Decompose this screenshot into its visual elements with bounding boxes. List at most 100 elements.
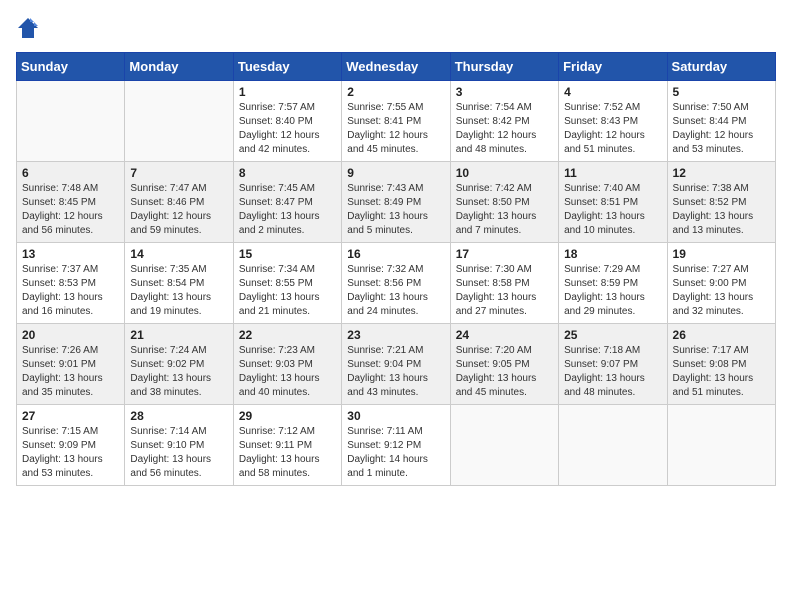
calendar-cell <box>559 405 667 486</box>
calendar-cell: 19 Sunrise: 7:27 AM Sunset: 9:00 PM Dayli… <box>667 243 775 324</box>
calendar-cell: 17 Sunrise: 7:30 AM Sunset: 8:58 PM Dayli… <box>450 243 558 324</box>
day-number: 9 <box>347 166 444 180</box>
day-info: Sunrise: 7:32 AM Sunset: 8:56 PM Dayligh… <box>347 263 444 319</box>
day-info: Sunrise: 7:38 AM Sunset: 8:52 PM Dayligh… <box>673 182 770 238</box>
calendar-cell: 23 Sunrise: 7:21 AM Sunset: 9:04 PM Dayli… <box>342 324 450 405</box>
day-number: 17 <box>456 247 553 261</box>
day-info: Sunrise: 7:15 AM Sunset: 9:09 PM Dayligh… <box>22 425 119 481</box>
day-number: 3 <box>456 85 553 99</box>
day-number: 14 <box>130 247 227 261</box>
day-info: Sunrise: 7:52 AM Sunset: 8:43 PM Dayligh… <box>564 101 661 157</box>
day-number: 10 <box>456 166 553 180</box>
day-info: Sunrise: 7:18 AM Sunset: 9:07 PM Dayligh… <box>564 344 661 400</box>
calendar-cell: 22 Sunrise: 7:23 AM Sunset: 9:03 PM Dayli… <box>233 324 341 405</box>
calendar-cell: 8Sunrise: 7:45 AM Sunset: 8:47 PM Daylig… <box>233 162 341 243</box>
calendar-cell: 4 Sunrise: 7:52 AM Sunset: 8:43 PM Daylig… <box>559 81 667 162</box>
day-number: 16 <box>347 247 444 261</box>
calendar-body: 1 Sunrise: 7:57 AM Sunset: 8:40 PM Daylig… <box>17 81 776 486</box>
day-number: 12 <box>673 166 770 180</box>
day-number: 2 <box>347 85 444 99</box>
day-number: 4 <box>564 85 661 99</box>
calendar-cell: 28 Sunrise: 7:14 AM Sunset: 9:10 PM Dayli… <box>125 405 233 486</box>
day-number: 21 <box>130 328 227 342</box>
day-of-week-header: Sunday <box>17 53 125 81</box>
day-info: Sunrise: 7:29 AM Sunset: 8:59 PM Dayligh… <box>564 263 661 319</box>
calendar-week-row: 27 Sunrise: 7:15 AM Sunset: 9:09 PM Dayli… <box>17 405 776 486</box>
day-info: Sunrise: 7:40 AM Sunset: 8:51 PM Dayligh… <box>564 182 661 238</box>
day-of-week-header: Friday <box>559 53 667 81</box>
day-info: Sunrise: 7:17 AM Sunset: 9:08 PM Dayligh… <box>673 344 770 400</box>
day-number: 18 <box>564 247 661 261</box>
day-info: Sunrise: 7:21 AM Sunset: 9:04 PM Dayligh… <box>347 344 444 400</box>
day-number: 23 <box>347 328 444 342</box>
day-info: Sunrise: 7:27 AM Sunset: 9:00 PM Dayligh… <box>673 263 770 319</box>
calendar-cell: 25Sunrise: 7:18 AM Sunset: 9:07 PM Dayli… <box>559 324 667 405</box>
day-info: Sunrise: 7:37 AM Sunset: 8:53 PM Dayligh… <box>22 263 119 319</box>
day-info: Sunrise: 7:26 AM Sunset: 9:01 PM Dayligh… <box>22 344 119 400</box>
day-of-week-header: Wednesday <box>342 53 450 81</box>
calendar-cell <box>17 81 125 162</box>
calendar-week-row: 13 Sunrise: 7:37 AM Sunset: 8:53 PM Dayli… <box>17 243 776 324</box>
day-number: 15 <box>239 247 336 261</box>
day-of-week-header: Tuesday <box>233 53 341 81</box>
calendar-cell: 26 Sunrise: 7:17 AM Sunset: 9:08 PM Dayli… <box>667 324 775 405</box>
day-number: 27 <box>22 409 119 423</box>
day-number: 30 <box>347 409 444 423</box>
calendar-cell: 24 Sunrise: 7:20 AM Sunset: 9:05 PM Dayli… <box>450 324 558 405</box>
calendar-week-row: 1 Sunrise: 7:57 AM Sunset: 8:40 PM Daylig… <box>17 81 776 162</box>
day-info: Sunrise: 7:14 AM Sunset: 9:10 PM Dayligh… <box>130 425 227 481</box>
calendar-table: SundayMondayTuesdayWednesdayThursdayFrid… <box>16 52 776 486</box>
day-info: Sunrise: 7:24 AM Sunset: 9:02 PM Dayligh… <box>130 344 227 400</box>
calendar-cell: 20Sunrise: 7:26 AM Sunset: 9:01 PM Dayli… <box>17 324 125 405</box>
day-number: 19 <box>673 247 770 261</box>
day-of-week-header: Monday <box>125 53 233 81</box>
day-info: Sunrise: 7:55 AM Sunset: 8:41 PM Dayligh… <box>347 101 444 157</box>
day-info: Sunrise: 7:54 AM Sunset: 8:42 PM Dayligh… <box>456 101 553 157</box>
day-number: 8 <box>239 166 336 180</box>
calendar-cell: 29Sunrise: 7:12 AM Sunset: 9:11 PM Dayli… <box>233 405 341 486</box>
day-info: Sunrise: 7:47 AM Sunset: 8:46 PM Dayligh… <box>130 182 227 238</box>
calendar-cell: 9 Sunrise: 7:43 AM Sunset: 8:49 PM Daylig… <box>342 162 450 243</box>
day-info: Sunrise: 7:42 AM Sunset: 8:50 PM Dayligh… <box>456 182 553 238</box>
calendar-cell: 10 Sunrise: 7:42 AM Sunset: 8:50 PM Dayli… <box>450 162 558 243</box>
calendar-header: SundayMondayTuesdayWednesdayThursdayFrid… <box>17 53 776 81</box>
day-info: Sunrise: 7:30 AM Sunset: 8:58 PM Dayligh… <box>456 263 553 319</box>
day-number: 28 <box>130 409 227 423</box>
day-info: Sunrise: 7:23 AM Sunset: 9:03 PM Dayligh… <box>239 344 336 400</box>
day-info: Sunrise: 7:50 AM Sunset: 8:44 PM Dayligh… <box>673 101 770 157</box>
day-number: 26 <box>673 328 770 342</box>
calendar-cell: 16 Sunrise: 7:32 AM Sunset: 8:56 PM Dayli… <box>342 243 450 324</box>
day-info: Sunrise: 7:11 AM Sunset: 9:12 PM Dayligh… <box>347 425 444 481</box>
calendar-cell: 2 Sunrise: 7:55 AM Sunset: 8:41 PM Daylig… <box>342 81 450 162</box>
calendar-cell <box>125 81 233 162</box>
calendar-cell: 14 Sunrise: 7:35 AM Sunset: 8:54 PM Dayli… <box>125 243 233 324</box>
day-number: 11 <box>564 166 661 180</box>
calendar-cell: 13 Sunrise: 7:37 AM Sunset: 8:53 PM Dayli… <box>17 243 125 324</box>
day-info: Sunrise: 7:57 AM Sunset: 8:40 PM Dayligh… <box>239 101 336 157</box>
calendar-cell <box>667 405 775 486</box>
calendar-cell: 7Sunrise: 7:47 AM Sunset: 8:46 PM Daylig… <box>125 162 233 243</box>
day-number: 22 <box>239 328 336 342</box>
logo-icon <box>16 16 40 40</box>
calendar-cell: 15 Sunrise: 7:34 AM Sunset: 8:55 PM Dayli… <box>233 243 341 324</box>
day-of-week-header: Thursday <box>450 53 558 81</box>
calendar-week-row: 20Sunrise: 7:26 AM Sunset: 9:01 PM Dayli… <box>17 324 776 405</box>
day-header-row: SundayMondayTuesdayWednesdayThursdayFrid… <box>17 53 776 81</box>
day-info: Sunrise: 7:34 AM Sunset: 8:55 PM Dayligh… <box>239 263 336 319</box>
day-number: 5 <box>673 85 770 99</box>
day-number: 1 <box>239 85 336 99</box>
calendar-week-row: 6Sunrise: 7:48 AM Sunset: 8:45 PM Daylig… <box>17 162 776 243</box>
day-info: Sunrise: 7:43 AM Sunset: 8:49 PM Dayligh… <box>347 182 444 238</box>
calendar-cell: 18 Sunrise: 7:29 AM Sunset: 8:59 PM Dayli… <box>559 243 667 324</box>
calendar-cell: 1 Sunrise: 7:57 AM Sunset: 8:40 PM Daylig… <box>233 81 341 162</box>
day-number: 6 <box>22 166 119 180</box>
page-header <box>16 16 776 40</box>
day-number: 13 <box>22 247 119 261</box>
calendar-cell: 3 Sunrise: 7:54 AM Sunset: 8:42 PM Daylig… <box>450 81 558 162</box>
day-number: 29 <box>239 409 336 423</box>
day-info: Sunrise: 7:20 AM Sunset: 9:05 PM Dayligh… <box>456 344 553 400</box>
logo <box>16 16 42 40</box>
calendar-cell: 12 Sunrise: 7:38 AM Sunset: 8:52 PM Dayli… <box>667 162 775 243</box>
day-info: Sunrise: 7:35 AM Sunset: 8:54 PM Dayligh… <box>130 263 227 319</box>
day-number: 24 <box>456 328 553 342</box>
